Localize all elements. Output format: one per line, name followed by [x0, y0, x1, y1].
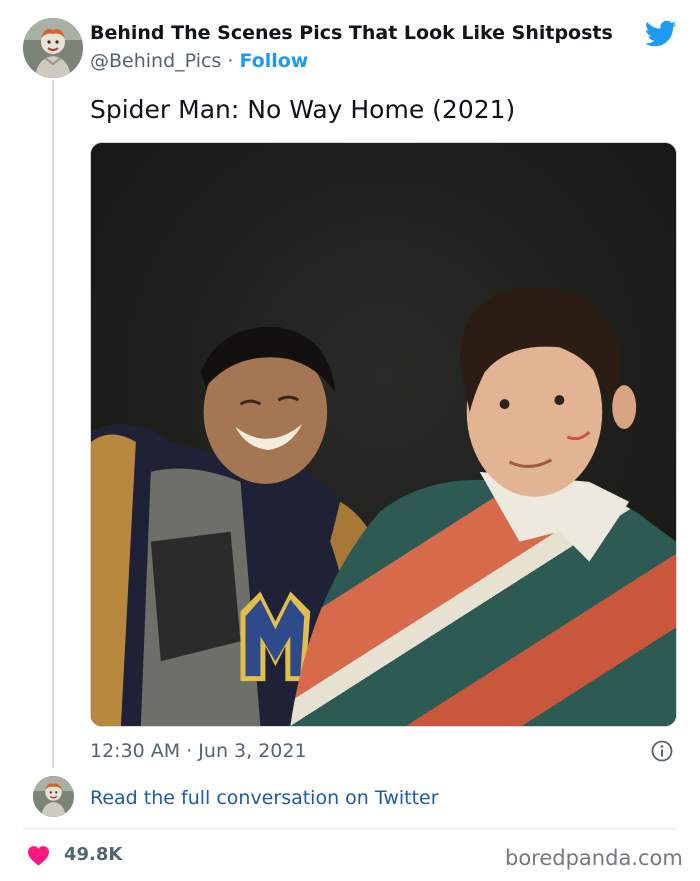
avatar-image	[23, 18, 83, 78]
handle-separator: ·	[227, 50, 234, 72]
author-avatar[interactable]	[23, 18, 83, 78]
info-icon[interactable]	[651, 740, 673, 762]
like-count: 49.8K	[64, 844, 123, 865]
author-handle[interactable]: @Behind_Pics	[90, 50, 221, 72]
boredpanda-watermark: boredpanda.com	[505, 846, 683, 870]
tweet-photo[interactable]	[90, 142, 677, 727]
tweet-text: Spider Man: No Way Home (2021)	[90, 95, 516, 124]
avatar-image	[33, 776, 74, 817]
footer-divider	[23, 828, 677, 829]
reply-avatar	[33, 776, 74, 817]
author-handle-row: @Behind_Pics · Follow	[90, 50, 308, 72]
author-display-name[interactable]: Behind The Scenes Pics That Look Like Sh…	[90, 22, 613, 44]
photo-image	[91, 143, 676, 726]
thread-connector-line	[52, 80, 54, 768]
follow-button[interactable]: Follow	[239, 50, 308, 72]
read-conversation-link[interactable]: Read the full conversation on Twitter	[90, 787, 439, 809]
twitter-bird-icon[interactable]	[645, 20, 677, 48]
heart-icon[interactable]	[27, 845, 50, 866]
tweet-timestamp[interactable]: 12:30 AM · Jun 3, 2021	[90, 740, 307, 762]
